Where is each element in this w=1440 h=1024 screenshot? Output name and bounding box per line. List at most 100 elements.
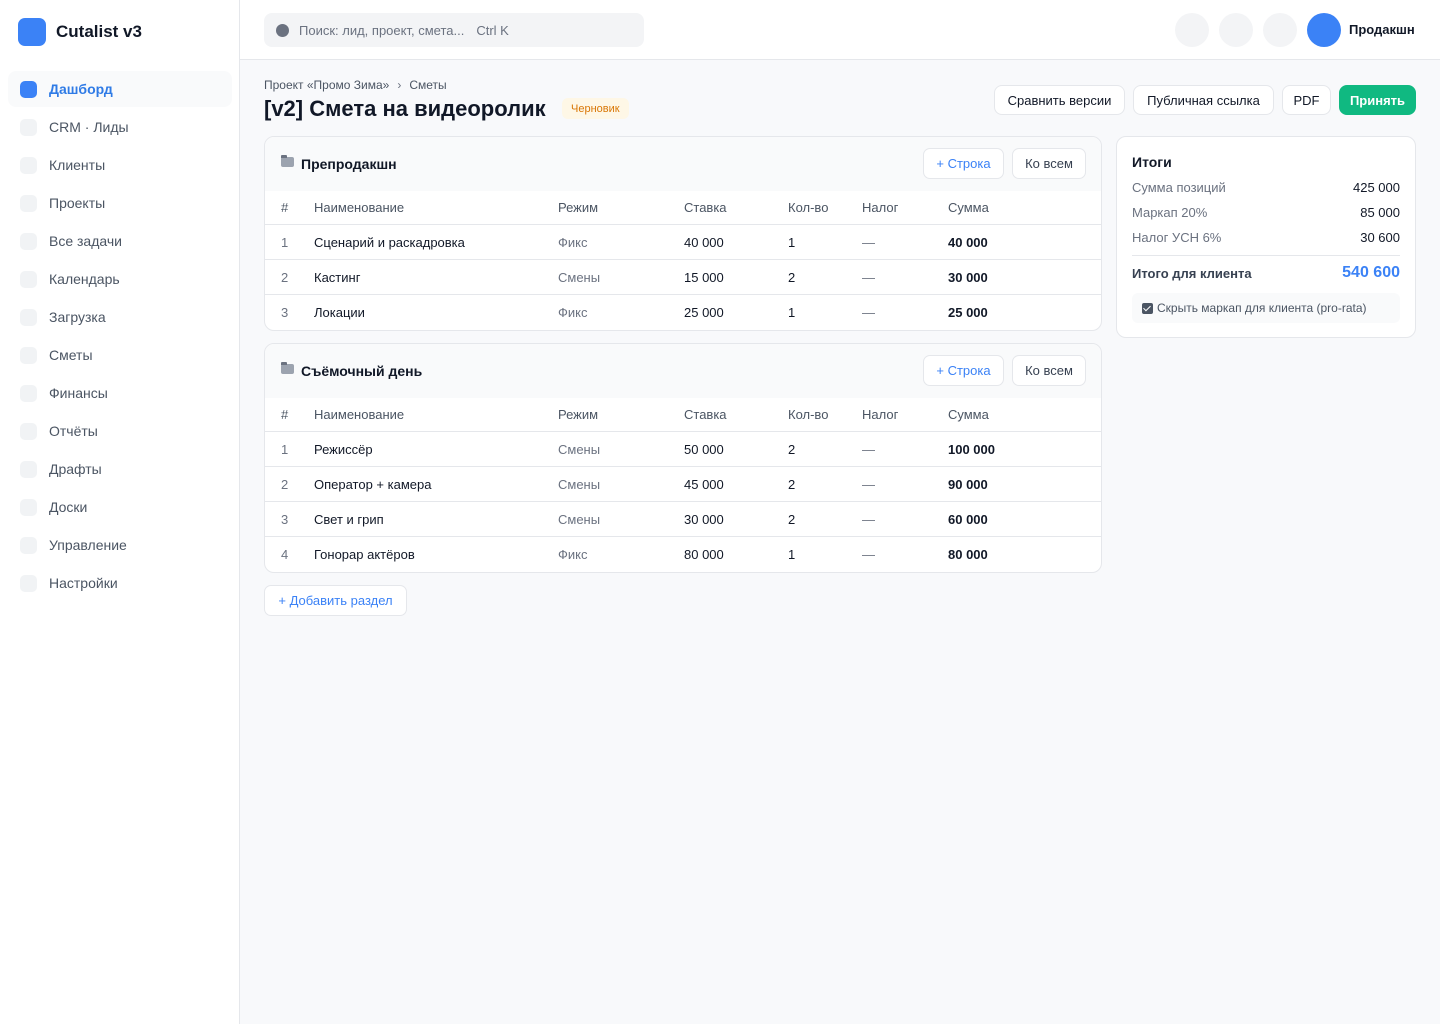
totals-items-sum-label: Сумма позиций: [1132, 180, 1226, 195]
sidebar-item[interactable]: Настройки: [8, 565, 232, 601]
cell-name[interactable]: Оператор + камера: [314, 467, 431, 501]
cell-tax[interactable]: —: [862, 537, 875, 572]
hide-markup-toggle[interactable]: Скрыть маркап для клиента (pro-rata): [1132, 293, 1400, 323]
cell-qty[interactable]: 2: [788, 467, 795, 501]
table-row[interactable]: 3 Свет и грип Смены 30 000 2 — 60 000: [265, 502, 1101, 537]
cell-name[interactable]: Гонорар актёров: [314, 537, 415, 572]
sidebar-item-icon: [20, 118, 37, 136]
cell-rate[interactable]: 25 000: [684, 295, 724, 330]
sidebar-item[interactable]: Проекты: [8, 185, 232, 221]
search-input[interactable]: Поиск: лид, проект, смета... Ctrl K: [264, 13, 644, 47]
cell-rate[interactable]: 45 000: [684, 467, 724, 501]
cell-mode[interactable]: Смены: [558, 467, 600, 501]
sidebar-item[interactable]: Драфты: [8, 451, 232, 487]
cell-qty[interactable]: 2: [788, 432, 795, 466]
compare-versions-button[interactable]: Сравнить версии: [994, 85, 1125, 115]
cell-rate[interactable]: 30 000: [684, 502, 724, 536]
add-row-button[interactable]: + Строка: [923, 355, 1004, 386]
cell-rate[interactable]: 50 000: [684, 432, 724, 466]
cell-mode[interactable]: Смены: [558, 502, 600, 536]
cell-sum: 60 000: [948, 511, 988, 527]
sidebar-item-label: Доски: [49, 499, 88, 515]
cell-mode[interactable]: Фикс: [558, 537, 587, 572]
theme-icon[interactable]: [1263, 13, 1297, 47]
add-row-button[interactable]: + Строка: [923, 148, 1004, 179]
sidebar-item[interactable]: Клиенты: [8, 147, 232, 183]
sidebar-item[interactable]: Управление: [8, 527, 232, 563]
sidebar-item[interactable]: Доски: [8, 489, 232, 525]
sidebar-item-icon: [20, 270, 37, 288]
estimate-section: Съёмочный день + Строка Ко всем # Наименован…: [264, 343, 1102, 573]
cell-rate[interactable]: 15 000: [684, 260, 724, 294]
sidebar-item[interactable]: Сметы: [8, 337, 232, 373]
table-row[interactable]: 4 Гонорар актёров Фикс 80 000 1 — 80 000: [265, 537, 1101, 572]
cell-qty[interactable]: 1: [788, 295, 795, 330]
cell-mode[interactable]: Смены: [558, 260, 600, 294]
cell-qty[interactable]: 1: [788, 537, 795, 572]
add-section-button[interactable]: + Добавить раздел: [264, 585, 407, 616]
cell-tax[interactable]: —: [862, 467, 875, 501]
cell-num: 3: [281, 305, 289, 320]
cell-name[interactable]: Локации: [314, 295, 365, 330]
cell-sum: 90 000: [948, 476, 988, 492]
sidebar-item-label: Драфты: [49, 461, 102, 477]
app-logo-icon: [18, 18, 46, 46]
sidebar-item-label: Настройки: [49, 575, 118, 591]
table-row[interactable]: 2 Оператор + камера Смены 45 000 2 — 90 000: [265, 467, 1101, 502]
table-row[interactable]: 1 Режиссёр Смены 50 000 2 — 100 000: [265, 432, 1101, 467]
sidebar-item[interactable]: Дашборд: [8, 71, 232, 107]
cell-rate[interactable]: 80 000: [684, 537, 724, 572]
column-header-num: #: [281, 200, 289, 215]
sidebar-item[interactable]: Загрузка: [8, 299, 232, 335]
totals-tax: Налог УСН 6% 30 600: [1132, 230, 1400, 245]
estimate-section: Препродакшн + Строка Ко всем # Наименование Р…: [264, 136, 1102, 331]
cell-rate[interactable]: 40 000: [684, 225, 724, 259]
sidebar-item[interactable]: Все задачи: [8, 223, 232, 259]
cell-mode[interactable]: Фикс: [558, 225, 587, 259]
cell-tax[interactable]: —: [862, 432, 875, 466]
apply-to-all-button[interactable]: Ко всем: [1012, 148, 1086, 179]
breadcrumb-project[interactable]: Проект «Промо Зима»: [264, 78, 389, 92]
apply-to-all-button[interactable]: Ко всем: [1012, 355, 1086, 386]
sidebar-item[interactable]: Отчёты: [8, 413, 232, 449]
cell-tax[interactable]: —: [862, 295, 875, 330]
sidebar-item[interactable]: CRM · Лиды: [8, 109, 232, 145]
cell-mode[interactable]: Смены: [558, 432, 600, 466]
table-row[interactable]: 3 Локации Фикс 25 000 1 — 25 000: [265, 295, 1101, 330]
search-icon: [276, 23, 289, 37]
accept-button[interactable]: Принять: [1339, 85, 1416, 115]
breadcrumb-current[interactable]: Сметы: [409, 78, 446, 92]
help-icon[interactable]: [1219, 13, 1253, 47]
public-link-button[interactable]: Публичная ссылка: [1133, 85, 1274, 115]
cell-tax[interactable]: —: [862, 225, 875, 259]
column-header-rate: Ставка: [684, 407, 727, 422]
cell-qty[interactable]: 2: [788, 502, 795, 536]
cell-tax[interactable]: —: [862, 502, 875, 536]
totals-markup: Маркап 20% 85 000: [1132, 205, 1400, 220]
cell-qty[interactable]: 1: [788, 225, 795, 259]
table-row[interactable]: 2 Кастинг Смены 15 000 2 — 30 000: [265, 260, 1101, 295]
hide-markup-checkbox[interactable]: [1142, 302, 1153, 314]
cell-tax[interactable]: —: [862, 260, 875, 294]
avatar[interactable]: [1307, 13, 1341, 47]
notifications-icon[interactable]: [1175, 13, 1209, 47]
sidebar-item[interactable]: Финансы: [8, 375, 232, 411]
column-header-qty: Кол-во: [788, 407, 829, 422]
cell-mode[interactable]: Фикс: [558, 295, 587, 330]
user-name[interactable]: Продакшн: [1349, 22, 1415, 37]
sidebar-item-icon: [20, 156, 37, 174]
cell-name[interactable]: Режиссёр: [314, 432, 373, 466]
sidebar-item-icon: [20, 498, 37, 516]
brand[interactable]: Cutalist v3: [18, 18, 142, 46]
table-header: # Наименование Режим Ставка Кол-во Налог Сумма: [265, 398, 1101, 432]
cell-name[interactable]: Свет и грип: [314, 502, 384, 536]
totals-items-sum: Сумма позиций 425 000: [1132, 180, 1400, 195]
sidebar-item-label: Проекты: [49, 195, 106, 211]
cell-name[interactable]: Кастинг: [314, 260, 360, 294]
cell-qty[interactable]: 2: [788, 260, 795, 294]
cell-name[interactable]: Сценарий и раскадровка: [314, 225, 465, 259]
pdf-button[interactable]: PDF: [1282, 85, 1331, 115]
table-row[interactable]: 1 Сценарий и раскадровка Фикс 40 000 1 — 40 00…: [265, 225, 1101, 260]
sidebar-item[interactable]: Календарь: [8, 261, 232, 297]
folder-icon: [281, 362, 294, 374]
